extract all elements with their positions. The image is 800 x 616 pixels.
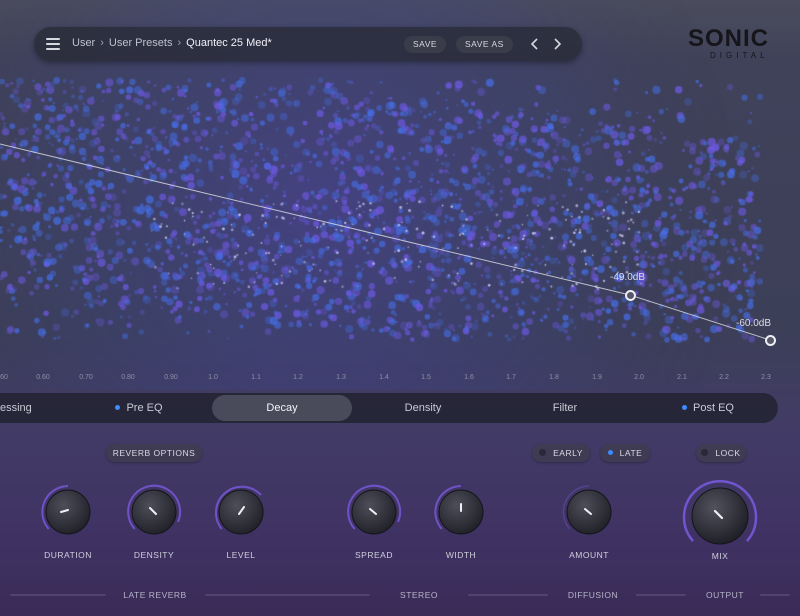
tab-label: Decay (266, 402, 298, 414)
time-tick: 1.5 (421, 374, 431, 381)
time-tick: 1.3 (336, 374, 346, 381)
tab-filter[interactable]: Filter (530, 393, 600, 423)
time-tick: 0.90 (164, 374, 178, 381)
logo-subtitle: DIGITAL (710, 51, 769, 60)
tab-processing[interactable]: essing (0, 393, 40, 423)
width-label: WIDTH (445, 550, 477, 560)
toggle-led-icon (607, 450, 613, 456)
end-node-handle[interactable] (765, 335, 776, 346)
decay-node-handle[interactable] (625, 290, 636, 301)
duration-knob[interactable] (40, 484, 96, 540)
section-tabs: essing Pre EQ Decay Density Filter Post … (0, 393, 778, 423)
time-tick: 1.7 (506, 374, 516, 381)
tab-label: Filter (552, 402, 578, 414)
lock-toggle[interactable]: LOCK (696, 444, 746, 462)
next-preset-icon[interactable] (550, 36, 564, 52)
preset-name[interactable]: Quantec 25 Med* (186, 37, 272, 49)
tab-label: Pre EQ (126, 402, 163, 414)
time-tick: 2.3 (761, 374, 771, 381)
output-section-label: OUTPUT (706, 590, 744, 600)
section-divider (636, 594, 686, 596)
amount-label: AMOUNT (569, 550, 609, 560)
reverb-options-button[interactable]: REVERB OPTIONS (106, 444, 202, 462)
tab-decay[interactable]: Decay (212, 395, 352, 421)
section-divider (760, 594, 790, 596)
time-tick: 2.0 (634, 374, 644, 381)
hamburger-menu-icon[interactable] (46, 38, 60, 50)
time-tick: 2.2 (719, 374, 729, 381)
tab-density[interactable]: Density (388, 393, 458, 423)
level-label: LEVEL (226, 550, 256, 560)
section-divider (205, 594, 370, 596)
brand-logo: SONIC DIGITAL (686, 25, 786, 63)
spread-knob[interactable] (346, 484, 402, 540)
time-tick: 1.1 (251, 374, 261, 381)
reverb-plugin-window: -49.0dB -60.0dB 60 0.60 0.70 0.80 0.90 1… (0, 0, 800, 616)
breadcrumb-user[interactable]: User (72, 37, 95, 49)
duration-label: DURATION (44, 550, 92, 560)
breadcrumb: User › User Presets › Quantec 25 Med* (72, 37, 272, 49)
active-indicator-icon (115, 404, 121, 410)
time-axis: 60 0.60 0.70 0.80 0.90 1.0 1.1 1.2 1.3 1… (0, 374, 800, 386)
decay-node-label: -49.0dB (610, 272, 646, 283)
tab-label: essing (0, 402, 32, 414)
mix-label: MIX (711, 551, 729, 561)
section-divider (10, 594, 106, 596)
logo-wordmark: SONIC (688, 25, 770, 52)
toggle-led-icon (701, 449, 709, 457)
late-label: LATE (619, 448, 643, 458)
previous-preset-icon[interactable] (528, 36, 542, 52)
density-label: DENSITY (133, 550, 175, 560)
time-tick: 0.70 (79, 374, 93, 381)
preset-bar: User › User Presets › Quantec 25 Med* SAVE S… (34, 27, 582, 61)
end-node-label: -60.0dB (736, 318, 772, 329)
time-tick: 1.6 (464, 374, 474, 381)
tab-label: Post EQ (693, 402, 734, 414)
tab-post-eq[interactable]: Post EQ (668, 393, 748, 423)
tab-pre-eq[interactable]: Pre EQ (104, 393, 174, 423)
time-tick: 60 (0, 374, 8, 381)
time-tick: 1.8 (549, 374, 559, 381)
level-knob[interactable] (213, 484, 269, 540)
tab-label: Density (404, 402, 442, 414)
time-tick: 1.4 (379, 374, 389, 381)
density-knob[interactable] (126, 484, 182, 540)
save-as-button[interactable]: SAVE AS (456, 36, 513, 53)
early-toggle[interactable]: EARLY (532, 444, 590, 462)
width-knob[interactable] (433, 484, 489, 540)
time-tick: 2.1 (677, 374, 687, 381)
diffusion-section-label: DIFFUSION (567, 590, 619, 600)
time-tick: 0.80 (121, 374, 135, 381)
time-tick: 1.2 (293, 374, 303, 381)
section-divider (468, 594, 548, 596)
lock-label: LOCK (715, 448, 741, 458)
save-button[interactable]: SAVE (404, 36, 447, 53)
chevron-right-icon: › (100, 37, 104, 49)
chevron-right-icon: › (177, 37, 182, 49)
mix-knob[interactable] (682, 478, 758, 554)
time-tick: 0.60 (36, 374, 50, 381)
stereo-section-label: STEREO (400, 590, 438, 600)
early-label: EARLY (553, 448, 583, 458)
spread-label: SPREAD (355, 550, 393, 560)
time-tick: 1.9 (592, 374, 602, 381)
active-indicator-icon (682, 404, 688, 410)
amount-knob[interactable] (561, 484, 617, 540)
toggle-led-icon (539, 449, 547, 457)
time-tick: 1.0 (208, 374, 218, 381)
late-toggle[interactable]: LATE (600, 444, 650, 462)
late-reverb-section-label: LATE REVERB (123, 590, 187, 600)
breadcrumb-user-presets[interactable]: User Presets (109, 37, 173, 49)
